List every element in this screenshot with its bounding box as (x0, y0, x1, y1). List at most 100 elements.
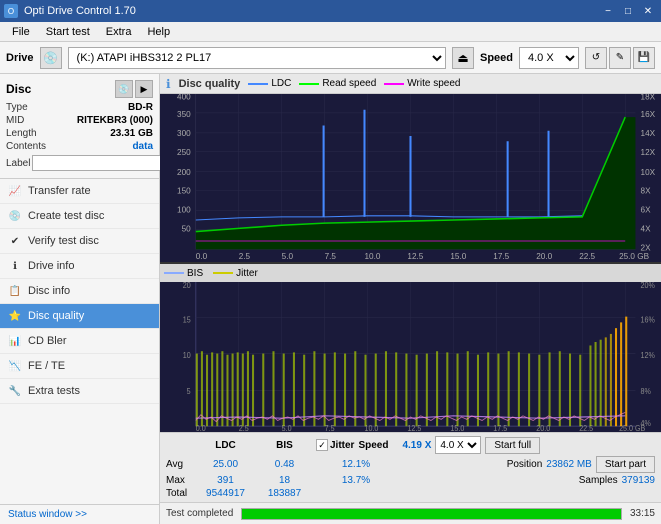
speed-select[interactable]: 4.0 X (519, 47, 579, 69)
speed-stat-header: Speed (358, 440, 398, 451)
nav-cd-bler-label: CD Bler (28, 335, 67, 347)
length-value: 23.31 GB (110, 128, 153, 139)
max-jitter: 13.7% (316, 475, 396, 486)
nav-create-test-disc[interactable]: 💿 Create test disc (0, 204, 159, 229)
svg-text:10X: 10X (641, 167, 656, 177)
samples-label: Samples (579, 475, 618, 486)
svg-text:12%: 12% (641, 351, 656, 361)
type-label: Type (6, 102, 28, 113)
nav-fe-te-label: FE / TE (28, 360, 65, 372)
nav-cd-bler[interactable]: 📊 CD Bler (0, 329, 159, 354)
nav-extra-tests-label: Extra tests (28, 385, 80, 397)
svg-text:200: 200 (177, 167, 191, 177)
svg-text:10.0: 10.0 (364, 251, 380, 261)
progress-bar-fill (242, 509, 621, 519)
svg-text:6X: 6X (641, 205, 651, 215)
jitter-checkbox[interactable]: ✓ (316, 439, 328, 451)
svg-text:20%: 20% (641, 282, 656, 290)
chart-top: 400 350 300 250 200 150 100 50 18X 16X 1… (160, 94, 661, 264)
nav-verify-test-disc-label: Verify test disc (28, 235, 99, 247)
svg-text:5.0: 5.0 (282, 251, 294, 261)
svg-text:16X: 16X (641, 109, 656, 119)
status-window-label: Status window >> (8, 509, 87, 520)
nav-fe-te[interactable]: 📉 FE / TE (0, 354, 159, 379)
svg-text:300: 300 (177, 128, 191, 138)
menu-file[interactable]: File (4, 24, 38, 40)
nav-verify-test-disc[interactable]: ✔ Verify test disc (0, 229, 159, 254)
speed-dropdown[interactable]: 4.0 X (435, 436, 481, 454)
total-bis: 183887 (257, 488, 312, 499)
svg-text:10: 10 (183, 351, 191, 361)
svg-text:5: 5 (187, 387, 191, 397)
content-area: ℹ Disc quality LDC Read speed Write spee… (160, 74, 661, 524)
start-full-button[interactable]: Start full (485, 437, 540, 454)
status-window-btn[interactable]: Status window >> (0, 504, 159, 524)
menu-help[interactable]: Help (139, 24, 178, 40)
disc-section: Disc 💿 ▶ Type BD-R MID RITEKBR3 (000) Le… (0, 74, 159, 179)
nav-disc-quality[interactable]: ⭐ Disc quality (0, 304, 159, 329)
menu-bar: File Start test Extra Help (0, 22, 661, 42)
jitter-legend-label: Jitter (236, 268, 258, 279)
drive-label: Drive (6, 52, 34, 64)
bis-legend-label: BIS (187, 268, 203, 279)
type-value: BD-R (128, 102, 153, 113)
bis-header: BIS (257, 440, 312, 451)
bis-legend-color (164, 272, 184, 274)
max-bis: 18 (257, 475, 312, 486)
samples-value: 379139 (622, 475, 655, 486)
ldc-header: LDC (198, 440, 253, 451)
speed-edit-icon[interactable]: ✎ (609, 47, 631, 69)
status-bar: Test completed 33:15 (160, 502, 661, 524)
speed-refresh-icon[interactable]: ↺ (585, 47, 607, 69)
transfer-rate-icon: 📈 (8, 184, 22, 198)
label-input[interactable] (32, 155, 170, 171)
drive-bar: Drive 💿 (K:) ATAPI iHBS312 2 PL17 ⏏ Spee… (0, 42, 661, 74)
chart-title-icon: ℹ (166, 77, 171, 91)
position-value: 23862 MB (546, 459, 592, 470)
write-legend-color (384, 83, 404, 85)
mid-value: RITEKBR3 (000) (77, 115, 153, 126)
progress-bar-container (241, 508, 622, 520)
menu-extra[interactable]: Extra (98, 24, 140, 40)
verify-test-disc-icon: ✔ (8, 234, 22, 248)
nav-drive-info[interactable]: ℹ Drive info (0, 254, 159, 279)
avg-ldc: 25.00 (198, 459, 253, 470)
drive-disc-icon[interactable]: 💿 (40, 47, 62, 69)
menu-start-test[interactable]: Start test (38, 24, 98, 40)
label-label: Label (6, 158, 30, 169)
write-legend-label: Write speed (407, 78, 460, 89)
minimize-button[interactable]: − (599, 4, 617, 18)
ldc-legend-label: LDC (271, 78, 291, 89)
svg-text:18X: 18X (641, 94, 656, 101)
nav-transfer-rate[interactable]: 📈 Transfer rate (0, 179, 159, 204)
disc-icon-2[interactable]: ▶ (135, 80, 153, 98)
app-title: Opti Drive Control 1.70 (24, 5, 136, 17)
close-button[interactable]: ✕ (639, 4, 657, 18)
title-bar: O Opti Drive Control 1.70 − □ ✕ (0, 0, 661, 22)
fe-te-icon: 📉 (8, 359, 22, 373)
max-label: Max (166, 475, 194, 486)
chart-bottom: BIS Jitter (160, 264, 661, 432)
svg-text:0.0: 0.0 (196, 251, 208, 261)
svg-text:12X: 12X (641, 147, 656, 157)
disc-icon-1[interactable]: 💿 (115, 80, 133, 98)
maximize-button[interactable]: □ (619, 4, 637, 18)
total-ldc: 9544917 (198, 488, 253, 499)
speed-save-icon[interactable]: 💾 (633, 47, 655, 69)
speed-label: Speed (480, 52, 513, 64)
nav-extra-tests[interactable]: 🔧 Extra tests (0, 379, 159, 404)
svg-text:350: 350 (177, 109, 191, 119)
read-legend-label: Read speed (322, 78, 376, 89)
svg-text:250: 250 (177, 147, 191, 157)
ldc-legend-color (248, 83, 268, 85)
svg-text:25.0 GB: 25.0 GB (619, 423, 645, 432)
eject-icon[interactable]: ⏏ (452, 47, 474, 69)
start-part-button[interactable]: Start part (596, 456, 655, 473)
svg-text:100: 100 (177, 205, 191, 215)
nav-disc-info[interactable]: 📋 Disc info (0, 279, 159, 304)
avg-bis: 0.48 (257, 459, 312, 470)
length-label: Length (6, 128, 37, 139)
avg-jitter: 12.1% (316, 459, 396, 470)
drive-select[interactable]: (K:) ATAPI iHBS312 2 PL17 (68, 47, 446, 69)
total-label: Total (166, 488, 194, 499)
